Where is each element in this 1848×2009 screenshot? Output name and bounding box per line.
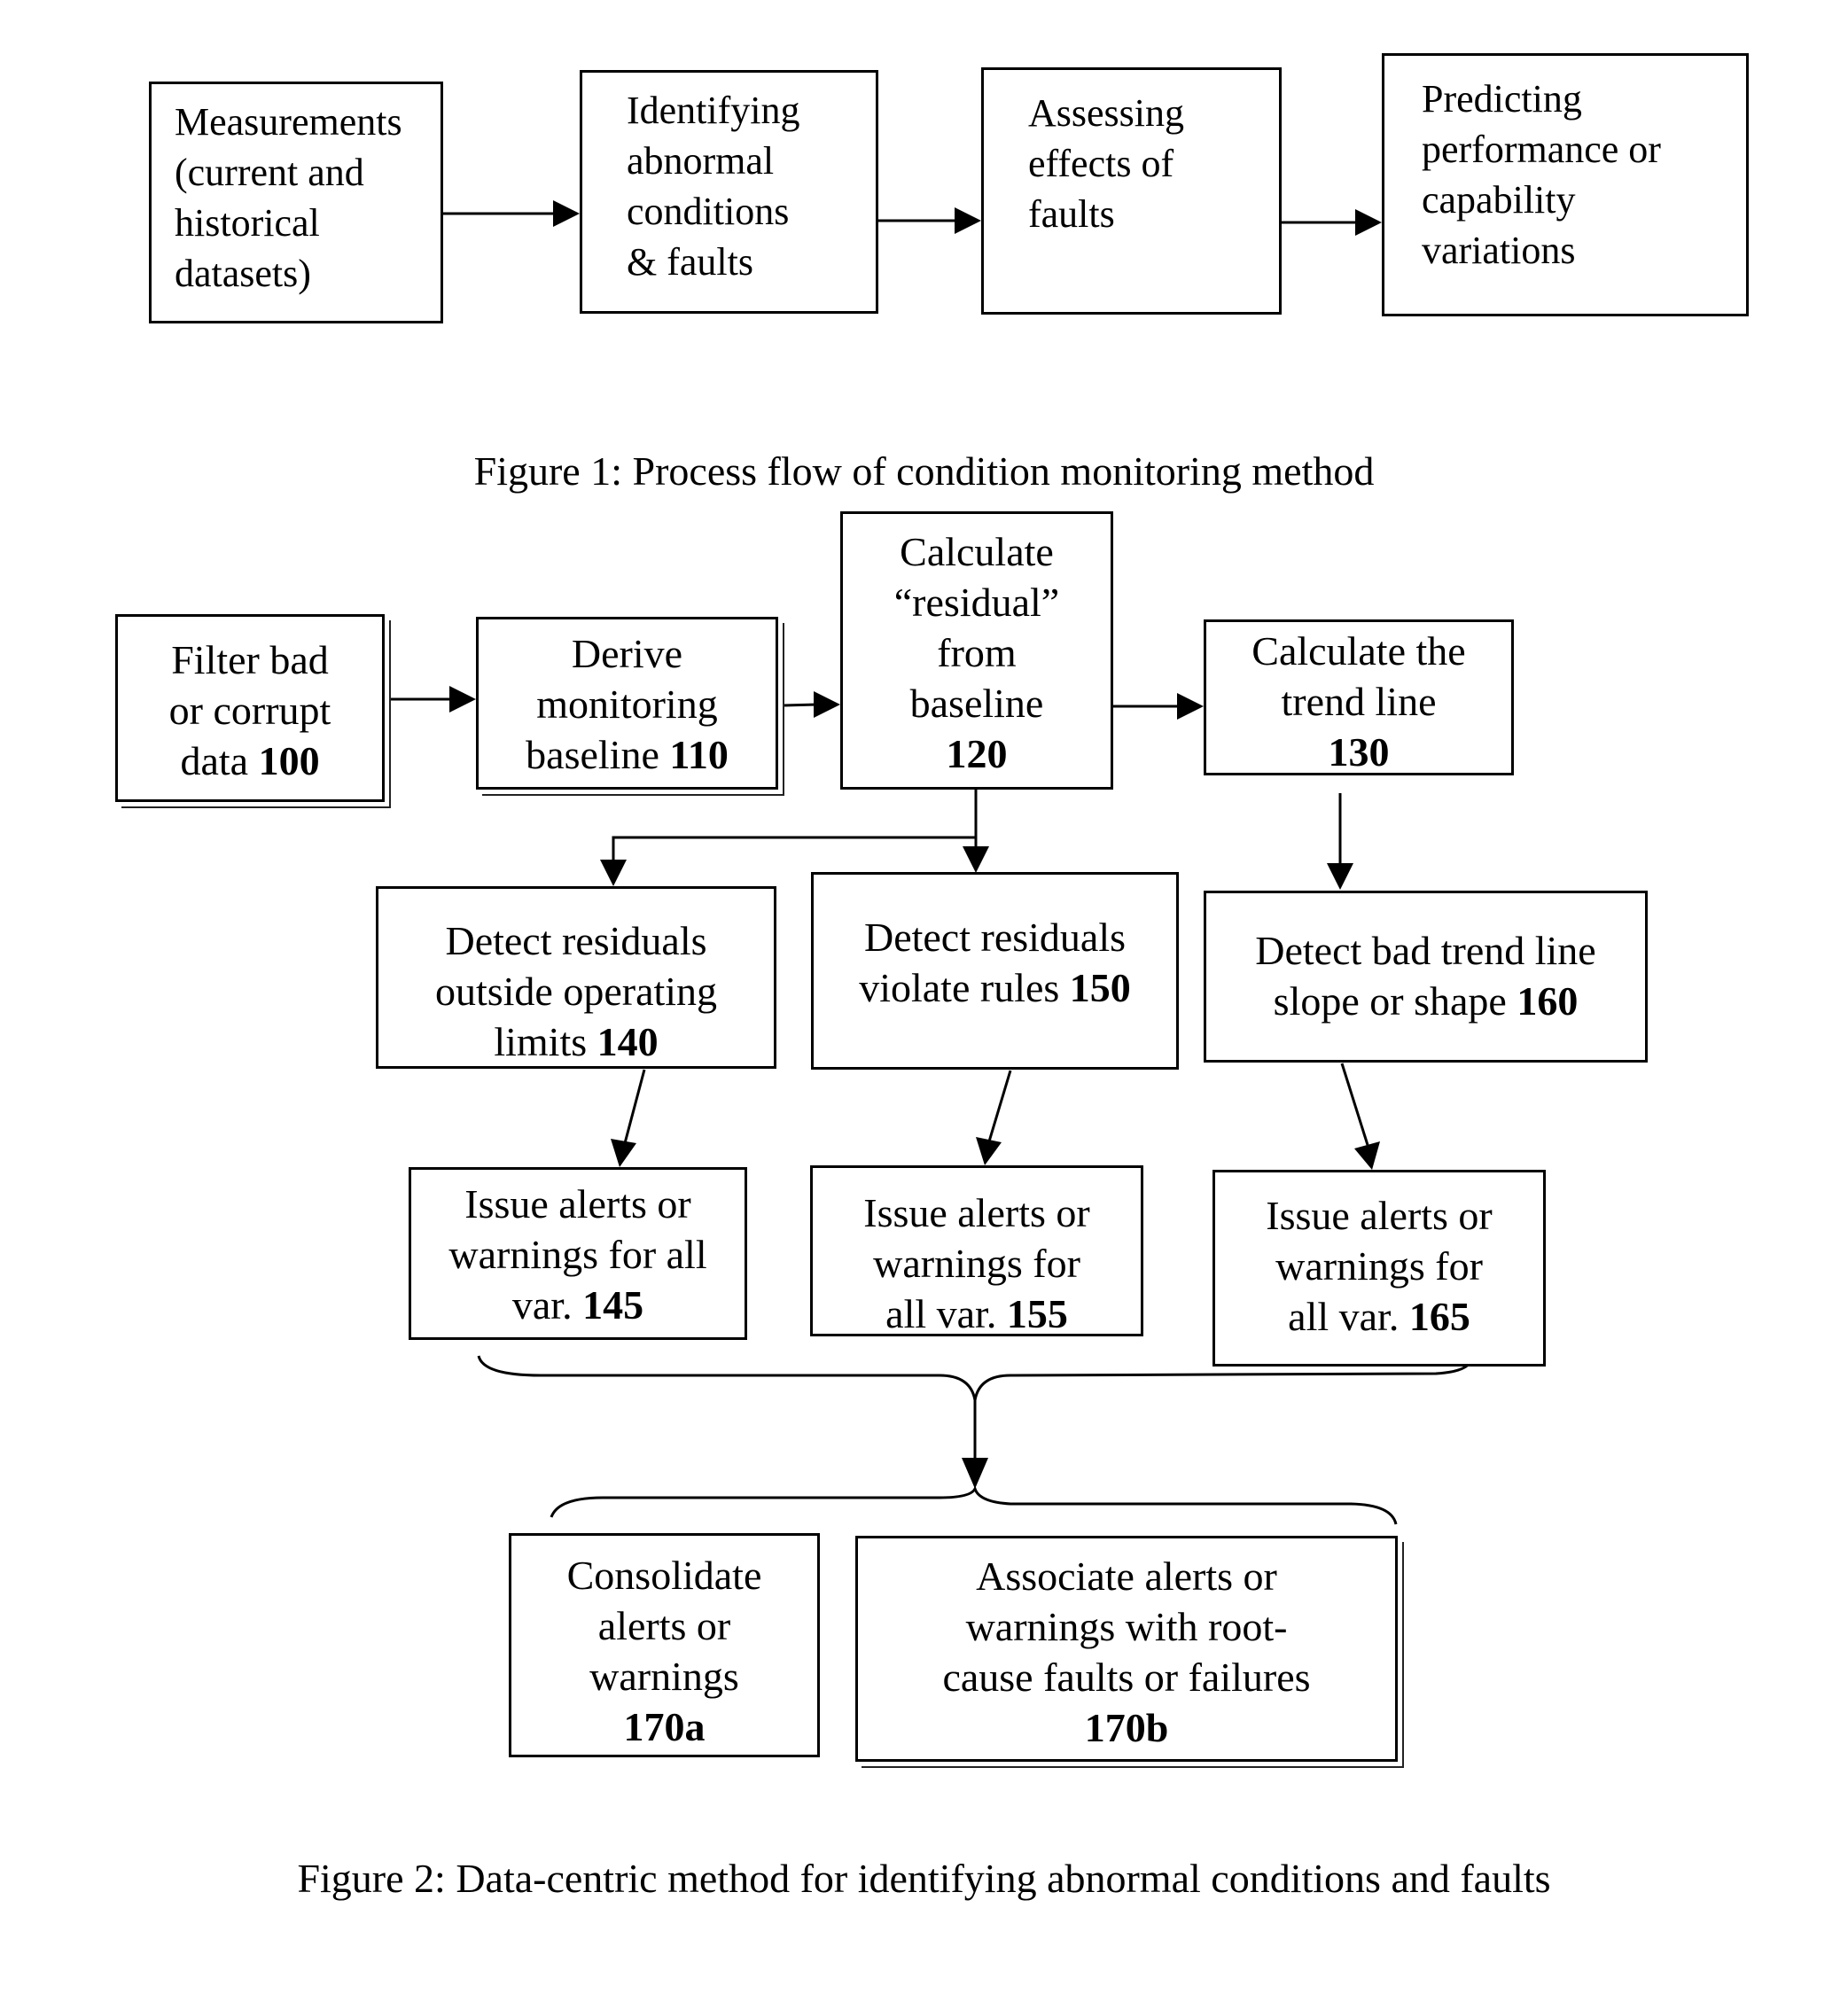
fig1-step-assessing: Assessing effects of faults bbox=[981, 67, 1282, 315]
node-140-outside-limits: Detect residuals outside operating limit… bbox=[376, 886, 776, 1069]
arrow-160-165 bbox=[1340, 1063, 1380, 1170]
fig1-step-label: Identifying abnormal conditions & faults bbox=[627, 89, 800, 284]
arrow-150-155 bbox=[976, 1070, 1012, 1165]
node-label: Calculate the trend line bbox=[1251, 628, 1466, 724]
node-ref: 120 bbox=[946, 731, 1008, 776]
node-170b-associate-root-cause: Associate alerts or warnings with root- … bbox=[855, 1536, 1398, 1762]
figure-2-caption: Figure 2: Data-centric method for identi… bbox=[297, 1856, 1551, 1901]
node-ref: 130 bbox=[1328, 729, 1390, 775]
node-label: Consolidate alerts or warnings bbox=[566, 1553, 762, 1699]
node-165-issue-alerts: Issue alerts or warnings for all var. 16… bbox=[1213, 1170, 1546, 1367]
fig1-arrow-1-2 bbox=[443, 200, 580, 227]
node-160-bad-trend: Detect bad trend line slope or shape 160 bbox=[1204, 891, 1648, 1063]
arrow-brace-to-170 bbox=[962, 1400, 988, 1489]
node-110-derive-baseline: Derive monitoring baseline 110 bbox=[476, 617, 778, 790]
node-ref: 155 bbox=[1006, 1291, 1068, 1336]
fig1-step-label: Assessing effects of faults bbox=[1028, 91, 1185, 236]
arrow-120-130 bbox=[1113, 693, 1204, 720]
node-145-issue-alerts: Issue alerts or warnings for all var. 14… bbox=[409, 1167, 747, 1340]
node-ref: 140 bbox=[597, 1019, 659, 1064]
fig1-step-predicting: Predicting performance or capability var… bbox=[1382, 53, 1749, 316]
arrow-110-120 bbox=[783, 691, 840, 718]
node-label: Issue alerts or warnings for all var. bbox=[448, 1181, 707, 1328]
node-ref: 100 bbox=[258, 738, 320, 783]
fig1-arrow-3-4 bbox=[1282, 209, 1382, 236]
figure-1-caption: Figure 1: Process flow of condition moni… bbox=[473, 448, 1375, 494]
node-170a-consolidate: Consolidate alerts or warnings 170a bbox=[509, 1533, 820, 1757]
node-label: Associate alerts or warnings with root- … bbox=[942, 1553, 1311, 1700]
node-150-violate-rules: Detect residuals violate rules 150 bbox=[811, 872, 1179, 1070]
node-ref: 145 bbox=[582, 1282, 644, 1328]
node-ref: 160 bbox=[1517, 978, 1579, 1024]
node-155-issue-alerts: Issue alerts or warnings for all var. 15… bbox=[810, 1165, 1143, 1336]
node-100-filter-data: Filter bad or corrupt data 100 bbox=[115, 614, 385, 802]
fig1-step-measurements: Measurements (current and historical dat… bbox=[149, 82, 443, 323]
fig1-step-label: Predicting performance or capability var… bbox=[1422, 77, 1661, 272]
node-ref: 170b bbox=[1084, 1705, 1169, 1750]
arrow-140-145 bbox=[611, 1069, 646, 1167]
split-brace-lower bbox=[550, 1485, 1398, 1525]
arrow-130-160 bbox=[1327, 793, 1353, 890]
node-ref: 170a bbox=[623, 1704, 706, 1749]
node-ref: 150 bbox=[1069, 965, 1131, 1010]
fig1-step-label: Measurements (current and historical dat… bbox=[175, 100, 402, 295]
fig1-arrow-2-3 bbox=[878, 207, 981, 234]
arrow-100-110 bbox=[385, 686, 476, 712]
node-ref: 110 bbox=[669, 732, 729, 777]
node-120-calculate-residual: Calculate “residual” from baseline 120 bbox=[840, 511, 1113, 790]
node-label: Detect residuals outside operating limit… bbox=[434, 918, 718, 1064]
node-label: Calculate “residual” from baseline bbox=[893, 529, 1060, 726]
fig1-step-identifying: Identifying abnormal conditions & faults bbox=[580, 70, 878, 314]
node-ref: 165 bbox=[1408, 1294, 1470, 1339]
node-130-trend-line: Calculate the trend line 130 bbox=[1204, 619, 1514, 775]
